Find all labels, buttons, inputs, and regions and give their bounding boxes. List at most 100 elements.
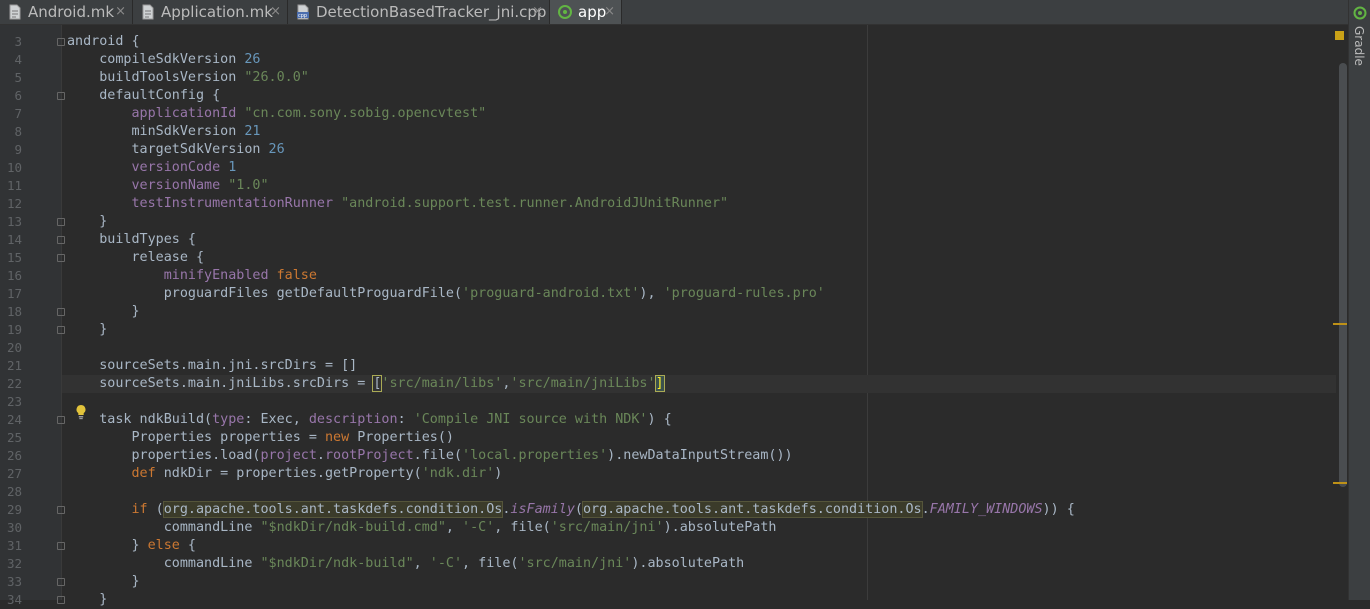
tab-label: app — [578, 3, 607, 21]
code-line[interactable]: buildToolsVersion "26.0.0" — [67, 69, 309, 87]
gradle-icon[interactable] — [1353, 6, 1367, 20]
tab-application-mk[interactable]: Application.mk × — [133, 0, 288, 24]
line-number: 18 — [6, 304, 22, 319]
line-number: 26 — [6, 448, 22, 463]
code-line[interactable]: proguardFiles getDefaultProguardFile('pr… — [67, 285, 825, 303]
tab-label: Application.mk — [161, 3, 273, 21]
code-editor[interactable]: 3 4 5 6 7 8 9 10 11 12 13 14 15 16 17 18 19 20 21 22 23 24 25 2… — [0, 25, 1348, 607]
code-line[interactable]: testInstrumentationRunner "android.suppo… — [67, 195, 729, 213]
fold-marker-icon[interactable] — [57, 416, 65, 424]
code-line[interactable]: sourceSets.main.jni.srcDirs = [] — [67, 357, 357, 375]
code-line[interactable]: defaultConfig { — [67, 87, 220, 105]
line-number: 10 — [6, 160, 22, 175]
code-line[interactable]: task ndkBuild(type: Exec, description: '… — [67, 411, 671, 429]
tab-android-mk[interactable]: Android.mk × — [0, 0, 133, 24]
tab-label: Android.mk — [28, 3, 115, 21]
line-number: 6 — [14, 88, 22, 103]
code-line[interactable]: } — [67, 321, 107, 339]
code-line[interactable]: } — [67, 303, 139, 321]
line-number: 12 — [6, 196, 22, 211]
line-number: 20 — [6, 340, 22, 355]
fold-marker-icon[interactable] — [57, 596, 65, 604]
fold-marker-icon[interactable] — [57, 254, 65, 262]
line-number: 11 — [6, 178, 22, 193]
warning-status-icon[interactable] — [1335, 31, 1344, 40]
line-number: 15 — [6, 250, 22, 265]
line-number: 14 — [6, 232, 22, 247]
code-line[interactable]: versionCode 1 — [67, 159, 237, 177]
line-number: 16 — [6, 268, 22, 283]
fold-marker-icon[interactable] — [57, 326, 65, 334]
code-line[interactable]: properties.load(project.rootProject.file… — [67, 447, 792, 465]
line-number: 5 — [14, 70, 22, 85]
file-icon — [9, 4, 21, 20]
code-line[interactable]: release { — [67, 249, 204, 267]
code-line[interactable]: buildTypes { — [67, 231, 196, 249]
svg-text:cpp: cpp — [298, 13, 307, 19]
fold-marker-icon[interactable] — [57, 542, 65, 550]
fold-marker-icon[interactable] — [57, 578, 65, 586]
code-line[interactable]: sourceSets.main.jniLibs.srcDirs = ['src/… — [67, 375, 665, 393]
code-line[interactable]: Properties properties = new Properties() — [67, 429, 454, 447]
code-line[interactable]: applicationId "cn.com.sony.sobig.opencvt… — [67, 105, 487, 123]
tab-app[interactable]: app × — [550, 0, 622, 24]
fold-marker-icon[interactable] — [57, 236, 65, 244]
code-line[interactable]: def ndkDir = properties.getProperty('ndk… — [67, 465, 503, 483]
fold-marker-icon[interactable] — [57, 92, 65, 100]
code-line[interactable]: android { — [67, 33, 140, 51]
close-icon[interactable]: × — [604, 5, 615, 19]
line-number: 13 — [6, 214, 22, 229]
line-number: 8 — [14, 124, 22, 139]
line-number: 21 — [6, 358, 22, 373]
fold-marker-icon[interactable] — [57, 308, 65, 316]
code-line[interactable]: versionName "1.0" — [67, 177, 269, 195]
editor-tab-bar: Android.mk × Application.mk × cpp Detect… — [0, 0, 1348, 25]
line-number: 25 — [6, 430, 22, 445]
code-line[interactable]: commandLine "$ndkDir/ndk-build.cmd", '-C… — [67, 519, 777, 537]
file-icon — [142, 4, 154, 20]
code-line[interactable]: } — [67, 573, 139, 591]
gradle-tool-window-button[interactable]: Gradle — [1352, 26, 1366, 66]
line-number: 23 — [6, 394, 22, 409]
line-number: 33 — [6, 574, 22, 589]
vertical-scrollbar-thumb[interactable] — [1339, 63, 1347, 487]
code-line[interactable]: minSdkVersion 21 — [67, 123, 260, 141]
line-number: 9 — [14, 142, 22, 157]
line-number: 34 — [6, 592, 22, 607]
tab-detection-cpp[interactable]: cpp DetectionBasedTracker_jni.cpp × — [288, 0, 550, 24]
right-tool-window-bar: Gradle — [1348, 0, 1370, 600]
code-line[interactable]: if (org.apache.tools.ant.taskdefs.condit… — [67, 501, 1075, 519]
line-number: 30 — [6, 520, 22, 535]
tab-label: DetectionBasedTracker_jni.cpp — [316, 3, 547, 21]
code-line[interactable]: commandLine "$ndkDir/ndk-build", '-C', f… — [67, 555, 745, 573]
line-number: 4 — [14, 52, 22, 67]
line-number: 3 — [14, 34, 22, 49]
line-number: 32 — [6, 556, 22, 571]
line-number: 27 — [6, 466, 22, 481]
close-icon[interactable]: × — [532, 5, 543, 19]
gradle-icon — [558, 5, 572, 19]
line-number: 19 — [6, 322, 22, 337]
warning-stripe[interactable] — [1333, 323, 1347, 325]
line-number: 22 — [6, 376, 22, 391]
code-line[interactable]: } — [67, 591, 107, 609]
code-line[interactable]: minifyEnabled false — [67, 267, 317, 285]
line-number: 17 — [6, 286, 22, 301]
close-icon[interactable]: × — [115, 5, 126, 19]
fold-marker-icon[interactable] — [57, 506, 65, 514]
line-number: 24 — [6, 412, 22, 427]
line-number: 29 — [6, 502, 22, 517]
line-number: 7 — [14, 106, 22, 121]
fold-marker-icon[interactable] — [57, 38, 65, 46]
code-line[interactable]: } — [67, 213, 107, 231]
line-number: 31 — [6, 538, 22, 553]
fold-marker-icon[interactable] — [57, 218, 65, 226]
code-line[interactable]: } else { — [67, 537, 196, 555]
code-line[interactable]: targetSdkVersion 26 — [67, 141, 284, 159]
line-number: 28 — [6, 484, 22, 499]
close-icon[interactable]: × — [270, 5, 281, 19]
lightbulb-icon[interactable] — [75, 404, 87, 420]
code-line[interactable]: compileSdkVersion 26 — [67, 51, 260, 69]
warning-stripe[interactable] — [1333, 482, 1347, 484]
line-number-gutter: 3 4 5 6 7 8 9 10 11 12 13 14 15 16 17 18 19 20 21 22 23 24 25 2… — [0, 25, 65, 607]
